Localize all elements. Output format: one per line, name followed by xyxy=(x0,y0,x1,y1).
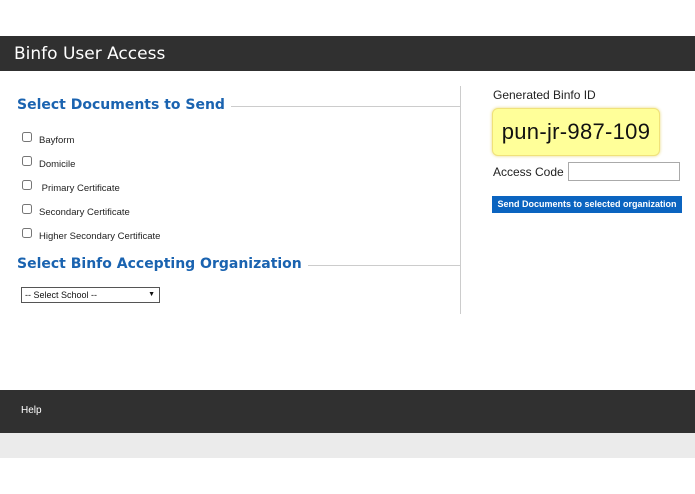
document-item-higher-secondary-certificate: Higher Secondary Certificate xyxy=(22,224,160,248)
higher-secondary-certificate-label: Higher Secondary Certificate xyxy=(39,230,161,242)
document-checkbox-list: Bayform Domicile Primary Certificate Sec… xyxy=(22,128,160,248)
send-documents-button[interactable]: Send Documents to selected organization xyxy=(492,196,682,213)
document-item-secondary-certificate: Secondary Certificate xyxy=(22,200,160,224)
panel-divider xyxy=(460,86,461,314)
page-title: Binfo User Access xyxy=(14,44,166,64)
generated-binfo-id-label: Generated Binfo ID xyxy=(493,88,596,102)
school-select-value: -- Select School -- xyxy=(25,290,98,300)
bottom-strip xyxy=(0,433,695,458)
app-header: Binfo User Access xyxy=(0,36,695,71)
binfo-id-value: pun-jr-987-109 xyxy=(501,119,651,144)
domicile-checkbox[interactable] xyxy=(22,156,32,166)
primary-certificate-checkbox[interactable] xyxy=(22,180,32,190)
domicile-label: Domicile xyxy=(39,158,76,170)
document-item-bayform: Bayform xyxy=(22,128,160,152)
documents-heading-text: Select Documents to Send xyxy=(17,97,231,113)
primary-certificate-label: Primary Certificate xyxy=(39,182,120,194)
school-select[interactable]: -- Select School -- ▼ xyxy=(21,287,160,303)
binfo-id-badge: pun-jr-987-109 xyxy=(492,108,660,156)
documents-section-heading: Select Documents to Send xyxy=(17,97,461,117)
access-code-input[interactable] xyxy=(568,162,680,181)
higher-secondary-certificate-checkbox[interactable] xyxy=(22,228,32,238)
organization-heading-text: Select Binfo Accepting Organization xyxy=(17,256,308,272)
bayform-label: Bayform xyxy=(39,134,75,146)
app-footer: Help xyxy=(0,390,695,433)
help-link[interactable]: Help xyxy=(21,405,42,416)
document-item-primary-certificate: Primary Certificate xyxy=(22,176,160,200)
access-code-label: Access Code : xyxy=(493,165,571,179)
bayform-checkbox[interactable] xyxy=(22,132,32,142)
dropdown-arrow-icon: ▼ xyxy=(148,291,155,298)
organization-section-heading: Select Binfo Accepting Organization xyxy=(17,256,461,276)
document-item-domicile: Domicile xyxy=(22,152,160,176)
secondary-certificate-label: Secondary Certificate xyxy=(39,206,130,218)
secondary-certificate-checkbox[interactable] xyxy=(22,204,32,214)
page: Binfo User Access Select Documents to Se… xyxy=(0,0,695,494)
